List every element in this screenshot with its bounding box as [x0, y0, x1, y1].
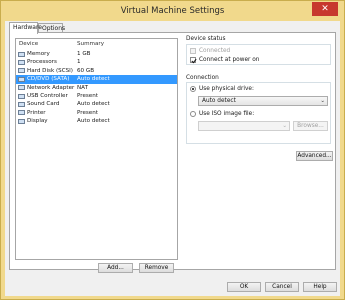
virtual-machine-settings-window: Virtual Machine Settings ✕ Hardware Opti…: [0, 0, 345, 300]
device-row-processors[interactable]: Processors 1: [16, 58, 177, 66]
device-row-printer[interactable]: Printer Present: [16, 109, 177, 117]
connect-at-power-on-checkbox[interactable]: [190, 57, 197, 64]
device-name: USB Controller: [27, 92, 68, 99]
device-summary: NAT: [77, 84, 88, 91]
device-row-usb-controller[interactable]: USB Controller Present: [16, 92, 177, 100]
connected-checkbox-row[interactable]: Connected: [190, 47, 310, 55]
device-summary: Auto detect: [77, 101, 110, 108]
device-summary: 1 GB: [77, 51, 91, 57]
device-name: Memory: [27, 51, 50, 57]
connected-label: Connected: [199, 48, 231, 54]
device-name: CD/DVD (SATA): [27, 76, 70, 83]
cancel-button[interactable]: Cancel: [265, 282, 299, 292]
connect-at-power-on-label: Connect at power on: [199, 57, 260, 63]
physical-drive-value: Auto detect: [202, 98, 236, 104]
device-row-cd-dvd[interactable]: CD/DVD (SATA) Auto detect: [16, 75, 177, 84]
iso-image-path-combo[interactable]: ⌄: [198, 121, 290, 131]
ok-button[interactable]: OK: [227, 282, 261, 292]
chevron-down-icon: ⌄: [282, 123, 287, 129]
use-physical-drive-label: Use physical drive:: [199, 86, 254, 92]
use-iso-image-label: Use ISO image file:: [199, 111, 255, 117]
device-name: Network Adapter: [27, 84, 75, 91]
device-list[interactable]: Device Summary Memory 1 GB Processors 1: [15, 38, 178, 260]
use-iso-image-radio[interactable]: [190, 111, 196, 117]
device-rows: Memory 1 GB Processors 1 Hard Disk (SCSI…: [16, 50, 177, 126]
device-status-title: Device status: [186, 36, 226, 42]
tab-hardware[interactable]: Hardware: [9, 22, 42, 34]
device-name: Printer: [27, 109, 46, 116]
device-name: Display: [27, 118, 48, 125]
device-name: Processors: [27, 59, 57, 66]
connection-title: Connection: [186, 75, 219, 81]
hard-disk-icon: [18, 68, 25, 74]
device-summary: 60 GB: [77, 67, 95, 74]
memory-icon: [18, 51, 25, 57]
device-summary: Present: [77, 109, 98, 116]
sound-card-icon: [18, 101, 25, 107]
help-button[interactable]: Help: [303, 282, 337, 292]
advanced-button[interactable]: Advanced...: [296, 151, 333, 161]
checkmark-icon: [191, 58, 197, 64]
device-name: Hard Disk (SCSI): [27, 67, 73, 74]
column-header-summary[interactable]: Summary: [77, 41, 104, 47]
usb-icon: [18, 93, 25, 99]
add-device-button[interactable]: Add...: [98, 263, 133, 273]
display-icon: [18, 118, 25, 124]
window-title: Virtual Machine Settings: [120, 6, 225, 16]
cd-dvd-icon: [18, 76, 25, 82]
device-name: Sound Card: [27, 101, 60, 108]
use-physical-drive-row[interactable]: Use physical drive:: [190, 85, 310, 93]
physical-drive-select[interactable]: Auto detect ⌄: [198, 96, 328, 106]
device-row-network-adapter[interactable]: Network Adapter NAT: [16, 84, 177, 92]
close-icon: ✕: [321, 4, 329, 14]
remove-device-button[interactable]: Remove: [139, 263, 174, 273]
device-summary: Auto detect: [77, 118, 110, 125]
connect-at-power-on-row[interactable]: Connect at power on: [190, 56, 310, 64]
browse-button[interactable]: Browse...: [293, 121, 328, 131]
device-summary: Auto detect: [77, 76, 110, 83]
connected-checkbox[interactable]: [190, 48, 196, 54]
network-adapter-icon: [18, 85, 25, 91]
hardware-tab-panel: Device Summary Memory 1 GB Processors 1: [9, 32, 336, 273]
title-bar[interactable]: Virtual Machine Settings ✕: [1, 1, 344, 21]
column-header-device[interactable]: Device: [19, 41, 38, 47]
device-summary: Present: [77, 92, 98, 99]
device-row-display[interactable]: Display Auto detect: [16, 117, 177, 125]
chevron-down-icon: ⌄: [320, 98, 325, 104]
processor-icon: [18, 59, 25, 65]
close-button[interactable]: ✕: [312, 2, 338, 16]
device-row-memory[interactable]: Memory 1 GB: [16, 50, 177, 58]
use-iso-image-row[interactable]: Use ISO image file:: [190, 110, 310, 118]
device-row-hard-disk[interactable]: Hard Disk (SCSI) 60 GB: [16, 67, 177, 75]
device-list-header: Device Summary: [16, 39, 177, 49]
device-row-sound-card[interactable]: Sound Card Auto detect: [16, 100, 177, 108]
printer-icon: [18, 110, 25, 116]
radio-selected-dot: [192, 88, 194, 90]
dialog-client-area: Hardware Options Device Summary Memory 1…: [5, 21, 340, 296]
use-physical-drive-radio[interactable]: [190, 86, 196, 92]
device-summary: 1: [77, 59, 81, 66]
